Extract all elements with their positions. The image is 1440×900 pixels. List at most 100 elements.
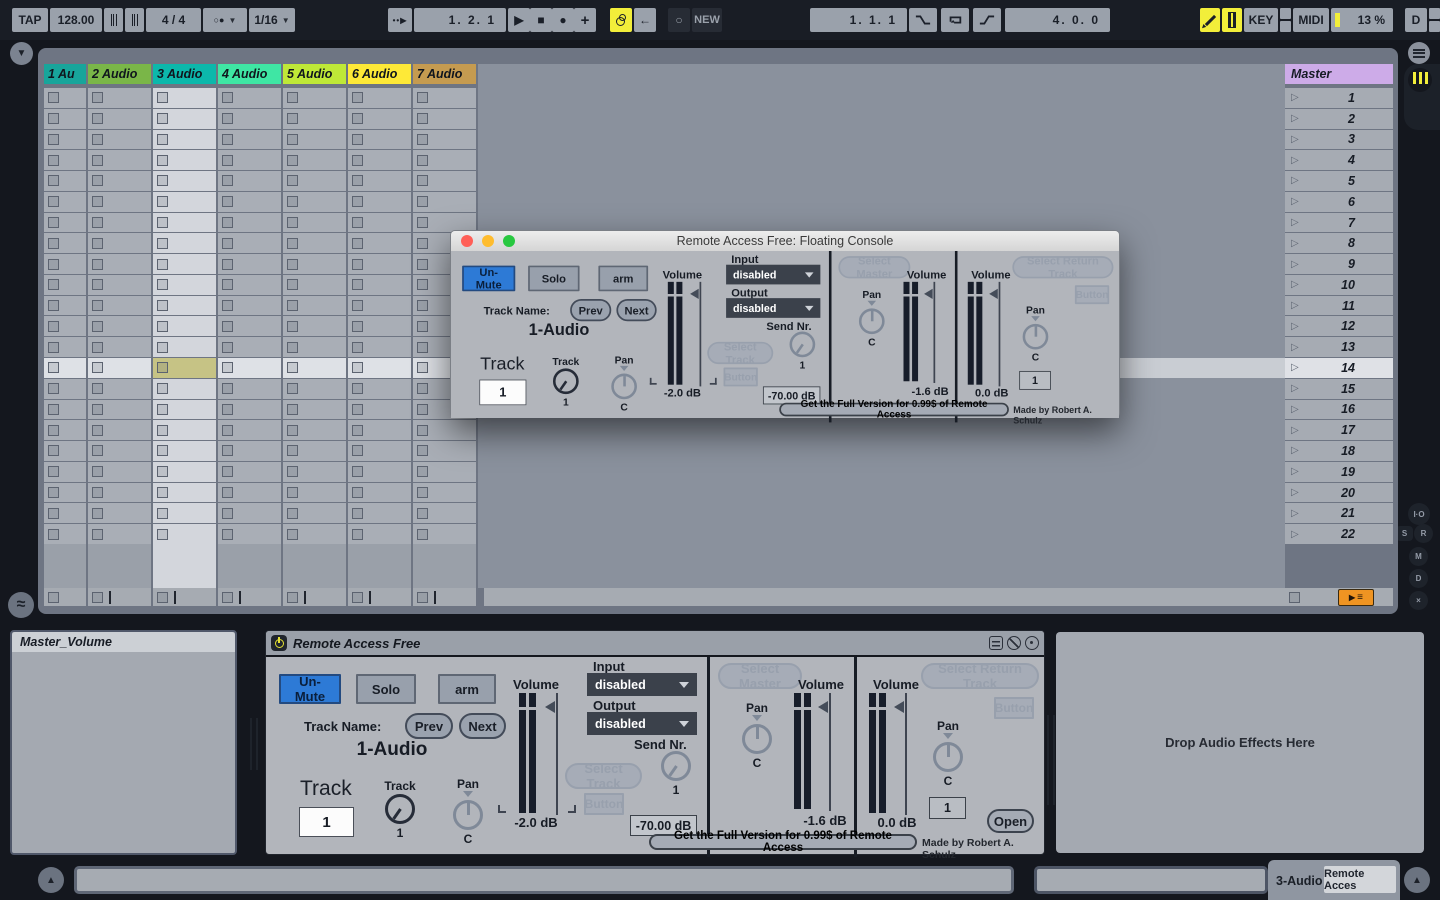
clip-slot[interactable]	[218, 171, 281, 191]
clip-slot[interactable]	[218, 213, 281, 233]
clip-slot[interactable]	[88, 130, 151, 150]
scene-row[interactable]: ▷6	[1285, 192, 1393, 212]
clip-slot[interactable]	[153, 358, 216, 378]
clip-slot[interactable]	[218, 524, 281, 544]
clip-slot[interactable]	[44, 88, 86, 108]
session-record-button[interactable]: ○	[668, 8, 690, 32]
clip-slot[interactable]	[413, 524, 476, 544]
clip-slot[interactable]	[348, 400, 411, 420]
clip-stop-cell[interactable]	[153, 588, 216, 606]
input-select[interactable]: disabled	[726, 265, 820, 285]
unmute-button[interactable]: Un-Mute	[462, 266, 515, 292]
show-mixer-button[interactable]: M	[1409, 547, 1428, 566]
device-resize-handle[interactable]	[1047, 715, 1055, 805]
send-knob[interactable]: 1	[646, 749, 706, 797]
nudge-down-button[interactable]	[104, 8, 123, 32]
clip-slot[interactable]	[283, 462, 346, 482]
clip-slot[interactable]	[283, 109, 346, 129]
clip-slot[interactable]	[153, 296, 216, 316]
clip-slot[interactable]	[44, 254, 86, 274]
clip-slot[interactable]	[88, 400, 151, 420]
scene-play-icon[interactable]: ▷	[1291, 529, 1299, 540]
clip-slot[interactable]	[88, 192, 151, 212]
scene-play-icon[interactable]: ▷	[1291, 217, 1299, 228]
master-volume-slider[interactable]	[933, 282, 935, 383]
clip-slot[interactable]	[348, 503, 411, 523]
clip-slot[interactable]	[218, 254, 281, 274]
clip-slot[interactable]	[348, 316, 411, 336]
scene-play-icon[interactable]: ▷	[1291, 321, 1299, 332]
show-track-delay-button[interactable]: D	[1409, 569, 1428, 588]
return-pan-knob[interactable]: Pan C	[918, 719, 978, 788]
clip-slot[interactable]	[218, 88, 281, 108]
record-button[interactable]: ●	[552, 8, 574, 32]
master-pan-knob[interactable]: Pan C	[727, 701, 787, 770]
scene-play-icon[interactable]: ▷	[1291, 92, 1299, 103]
clip-slot[interactable]	[218, 192, 281, 212]
clip-slot[interactable]	[153, 171, 216, 191]
show-crossfader-button[interactable]: ×	[1409, 591, 1428, 610]
clip-slot[interactable]	[413, 88, 476, 108]
scene-play-icon[interactable]: ▷	[1291, 238, 1299, 249]
follow-button[interactable]: ••▶	[388, 8, 412, 32]
plugin-floating-window[interactable]: Remote Access Free: Floating Console Un-…	[450, 230, 1120, 418]
return-pan-knob[interactable]: Pan C	[1010, 304, 1061, 363]
clip-slot[interactable]	[283, 150, 346, 170]
return-volume-slider-handle[interactable]	[894, 701, 904, 713]
clip-slot[interactable]	[153, 441, 216, 461]
open-button[interactable]: Open	[987, 809, 1034, 833]
unmute-button[interactable]: Un-Mute	[279, 674, 341, 704]
loop-start-display[interactable]: 1. 1. 1	[810, 8, 907, 32]
scene-row[interactable]: ▷11	[1285, 296, 1393, 316]
quantization-select[interactable]: 1/16 ▼	[249, 8, 295, 32]
clip-slot[interactable]	[44, 233, 86, 253]
reenable-automation-button[interactable]: ←	[634, 8, 656, 32]
play-button[interactable]: ▶	[508, 8, 530, 32]
nudge-up-button[interactable]	[125, 8, 144, 32]
key-map-button[interactable]: KEY	[1244, 8, 1278, 32]
scene-play-icon[interactable]: ▷	[1291, 113, 1299, 124]
clip-slot[interactable]	[153, 88, 216, 108]
track-header[interactable]: 7 Audio	[413, 64, 476, 84]
scene-play-icon[interactable]: ▷	[1291, 383, 1299, 394]
clip-slot[interactable]	[348, 254, 411, 274]
clip-slot[interactable]	[413, 109, 476, 129]
clip-slot[interactable]	[88, 254, 151, 274]
clip-slot[interactable]	[218, 109, 281, 129]
clip-slot[interactable]	[153, 233, 216, 253]
next-track-button[interactable]: Next	[459, 713, 506, 739]
device-activator-toggle[interactable]	[271, 635, 287, 651]
clip-slot[interactable]	[218, 400, 281, 420]
clip-slot[interactable]	[283, 130, 346, 150]
clip-slot[interactable]	[218, 358, 281, 378]
clip-slot[interactable]	[153, 316, 216, 336]
scene-play-icon[interactable]: ▷	[1291, 404, 1299, 415]
show-sends-button[interactable]: S	[1396, 526, 1413, 541]
clip-slot[interactable]	[88, 150, 151, 170]
return-number-field[interactable]: 1	[929, 797, 966, 819]
clip-slot[interactable]	[44, 420, 86, 440]
track-header[interactable]: 4 Audio	[218, 64, 281, 84]
midi-map-button[interactable]: MIDI	[1293, 8, 1329, 32]
scene-row[interactable]: ▷13	[1285, 337, 1393, 357]
clip-slot[interactable]	[283, 503, 346, 523]
scene-row[interactable]: ▷22	[1285, 524, 1393, 544]
clip-slot[interactable]	[88, 233, 151, 253]
clip-stop-cell[interactable]	[44, 588, 86, 606]
clip-slot[interactable]	[44, 130, 86, 150]
master-track-header[interactable]: Master	[1285, 64, 1393, 84]
clip-slot[interactable]	[283, 400, 346, 420]
minimize-window-button[interactable]	[482, 235, 494, 247]
tempo-field[interactable]: 128.00	[50, 8, 102, 32]
scene-row[interactable]: ▷14	[1285, 358, 1393, 378]
clip-overview-toggle-button[interactable]: ≈	[8, 592, 34, 618]
clip-slot[interactable]	[44, 109, 86, 129]
detail-view-toggle-button[interactable]: ▲	[1404, 867, 1430, 893]
arrangement-position-display[interactable]: 1. 2. 1	[414, 8, 506, 32]
clip-slot[interactable]	[348, 420, 411, 440]
clip-slot[interactable]	[283, 483, 346, 503]
scene-play-icon[interactable]: ▷	[1291, 445, 1299, 456]
clip-slot[interactable]	[218, 233, 281, 253]
clip-slot[interactable]	[413, 150, 476, 170]
volume-slider-handle[interactable]	[545, 701, 555, 713]
